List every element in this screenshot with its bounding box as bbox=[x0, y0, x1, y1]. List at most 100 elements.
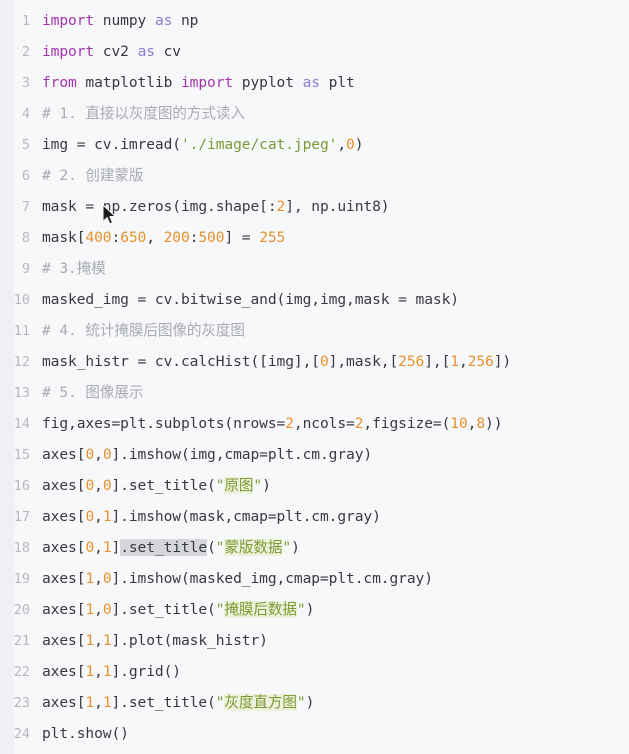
code-line-source[interactable]: axes[1,1].set_title("灰度直方图") bbox=[42, 687, 314, 718]
line-number: 20 bbox=[13, 602, 30, 618]
code-line[interactable]: 8 mask[400:650, 200:500] = 255 bbox=[0, 222, 629, 253]
code-token: 10 bbox=[450, 415, 468, 432]
code-line[interactable]: 12 mask_histr = cv.calcHist([img],[0],mas… bbox=[0, 346, 629, 377]
line-number: 11 bbox=[13, 323, 30, 339]
code-token: 蒙版数据 bbox=[224, 539, 283, 556]
code-line[interactable]: 24 plt.show() bbox=[0, 718, 629, 749]
code-line[interactable]: 2 import cv2 as cv bbox=[0, 36, 629, 67]
code-token: 0 bbox=[85, 477, 95, 494]
code-token: ) bbox=[291, 539, 300, 556]
code-line[interactable]: 21 axes[1,1].plot(mask_histr) bbox=[0, 625, 629, 656]
code-line-source[interactable]: axes[1,0].set_title("掩膜后数据") bbox=[42, 594, 314, 625]
code-line-source[interactable]: mask_histr = cv.calcHist([img],[0],mask,… bbox=[42, 346, 511, 377]
code-token: ].imshow(img,cmap=plt.cm.gray) bbox=[111, 446, 373, 463]
code-token: ) bbox=[354, 136, 364, 153]
code-line[interactable]: 10 masked_img = cv.bitwise_and(img,img,ma… bbox=[0, 284, 629, 315]
code-line[interactable]: 23 axes[1,1].set_title("灰度直方图") bbox=[0, 687, 629, 718]
code-token: ].imshow(masked_img,cmap=plt.cm.gray) bbox=[111, 570, 433, 587]
code-token: # 1. 直接以灰度图的方式读入 bbox=[42, 105, 245, 122]
code-token: , bbox=[94, 601, 103, 618]
code-token: 650 bbox=[120, 229, 147, 246]
code-token: import bbox=[180, 74, 234, 91]
line-number: 21 bbox=[13, 633, 30, 649]
code-line-source[interactable]: axes[0,0].imshow(img,cmap=plt.cm.gray) bbox=[42, 439, 372, 470]
code-token: 0 bbox=[102, 601, 112, 618]
line-number: 1 bbox=[21, 13, 30, 29]
code-token: ] = bbox=[224, 229, 260, 246]
line-number: 5 bbox=[21, 137, 30, 153]
code-line-source[interactable]: axes[0,1].imshow(mask,cmap=plt.cm.gray) bbox=[42, 501, 381, 532]
line-number: 4 bbox=[21, 106, 30, 122]
code-token: , bbox=[94, 446, 103, 463]
code-line-source[interactable]: import cv2 as cv bbox=[42, 36, 181, 67]
code-token: , bbox=[94, 570, 103, 587]
code-token: img = cv.imread( bbox=[42, 136, 181, 153]
code-editor-screenshot: 1 import numpy as np 2 import cv2 as cv 3 fro… bbox=[0, 0, 629, 754]
code-line[interactable]: 7 mask = np.zeros(img.shape[:2], np.uint8… bbox=[0, 191, 629, 222]
code-token: ] bbox=[111, 539, 121, 556]
code-token: 500 bbox=[198, 229, 225, 246]
code-line[interactable]: 11 # 4. 统计掩膜后图像的灰度图 bbox=[0, 315, 629, 346]
code-line[interactable]: 14 fig,axes=plt.subplots(nrows=2,ncols=2,… bbox=[0, 408, 629, 439]
code-token: ], np.uint8) bbox=[285, 198, 390, 215]
code-line-source[interactable]: plt.show() bbox=[42, 718, 129, 749]
code-line[interactable]: 1 import numpy as np bbox=[0, 5, 629, 36]
code-token: as bbox=[154, 12, 173, 29]
code-token: ) bbox=[305, 601, 315, 618]
code-line-source[interactable]: axes[0,0].set_title("原图") bbox=[42, 470, 271, 501]
code-token: 256 bbox=[398, 353, 425, 370]
code-line-source[interactable]: from matplotlib import pyplot as plt bbox=[42, 67, 355, 98]
selected-token: .set_title bbox=[120, 539, 208, 556]
code-line-source[interactable]: axes[1,1].plot(mask_histr) bbox=[42, 625, 268, 656]
line-number: 7 bbox=[21, 199, 30, 215]
code-line-source[interactable]: masked_img = cv.bitwise_and(img,img,mask… bbox=[42, 284, 459, 315]
code-token: pyplot bbox=[233, 74, 303, 91]
code-line-source[interactable]: img = cv.imread('./image/cat.jpeg',0) bbox=[42, 129, 364, 160]
code-content-area[interactable]: 1 import numpy as np 2 import cv2 as cv 3 fro… bbox=[0, 0, 629, 754]
code-line[interactable]: 16 axes[0,0].set_title("原图") bbox=[0, 470, 629, 501]
code-token: 灰度直方图 bbox=[224, 694, 297, 711]
code-token: axes[ bbox=[42, 570, 86, 587]
code-line-source[interactable]: # 3.掩模 bbox=[42, 253, 106, 284]
code-line[interactable]: 17 axes[0,1].imshow(mask,cmap=plt.cm.gray… bbox=[0, 501, 629, 532]
code-token: ,ncols= bbox=[293, 415, 355, 432]
code-token: 200 bbox=[163, 229, 190, 246]
code-token: './image/cat.jpeg' bbox=[180, 136, 338, 153]
code-line[interactable]: 15 axes[0,0].imshow(img,cmap=plt.cm.gray) bbox=[0, 439, 629, 470]
code-line-source[interactable]: axes[1,1].grid() bbox=[42, 656, 181, 687]
code-token: axes[ bbox=[42, 632, 86, 649]
code-line[interactable]: 5 img = cv.imread('./image/cat.jpeg',0) bbox=[0, 129, 629, 160]
code-line-source[interactable]: mask[400:650, 200:500] = 255 bbox=[42, 222, 285, 253]
code-line[interactable]: 13 # 5. 图像展示 bbox=[0, 377, 629, 408]
code-line-source[interactable]: # 4. 统计掩膜后图像的灰度图 bbox=[42, 315, 245, 346]
code-line[interactable]: 4 # 1. 直接以灰度图的方式读入 bbox=[0, 98, 629, 129]
code-line-source[interactable]: mask = np.zeros(img.shape[:2], np.uint8) bbox=[42, 191, 390, 222]
code-token: ],mask,[ bbox=[328, 353, 399, 370]
code-line[interactable]: 22 axes[1,1].grid() bbox=[0, 656, 629, 687]
code-line-source[interactable]: # 5. 图像展示 bbox=[42, 377, 144, 408]
code-line[interactable]: 6 # 2. 创建蒙版 bbox=[0, 160, 629, 191]
code-line-source[interactable]: import numpy as np bbox=[42, 5, 198, 36]
code-token: ,figsize=( bbox=[363, 415, 451, 432]
code-line[interactable]: 3 from matplotlib import pyplot as plt bbox=[0, 67, 629, 98]
code-line[interactable]: 9 # 3.掩模 bbox=[0, 253, 629, 284]
code-token: 1 bbox=[85, 601, 95, 618]
code-line-source[interactable]: axes[0,1].set_title("蒙版数据") bbox=[42, 532, 300, 563]
code-token: , bbox=[337, 136, 347, 153]
code-token: as bbox=[302, 74, 320, 91]
code-token: : bbox=[111, 229, 121, 246]
code-token: 1 bbox=[102, 632, 112, 649]
code-token: ].set_title( bbox=[111, 694, 216, 711]
code-line-source[interactable]: # 2. 创建蒙版 bbox=[42, 160, 144, 191]
code-line-source[interactable]: fig,axes=plt.subplots(nrows=2,ncols=2,fi… bbox=[42, 408, 503, 439]
line-number: 18 bbox=[13, 540, 30, 556]
code-line[interactable]: 19 axes[1,0].imshow(masked_img,cmap=plt.c… bbox=[0, 563, 629, 594]
code-line[interactable]: 18 axes[0,1].set_title("蒙版数据") bbox=[0, 532, 629, 563]
code-token: ].set_title( bbox=[111, 601, 216, 618]
code-token: 1 bbox=[102, 508, 112, 525]
code-line[interactable]: 20 axes[1,0].set_title("掩膜后数据") bbox=[0, 594, 629, 625]
code-line-source[interactable]: axes[1,0].imshow(masked_img,cmap=plt.cm.… bbox=[42, 563, 433, 594]
code-line-source[interactable]: # 1. 直接以灰度图的方式读入 bbox=[42, 98, 245, 129]
code-token: , bbox=[458, 353, 468, 370]
code-token: axes[ bbox=[42, 663, 86, 680]
